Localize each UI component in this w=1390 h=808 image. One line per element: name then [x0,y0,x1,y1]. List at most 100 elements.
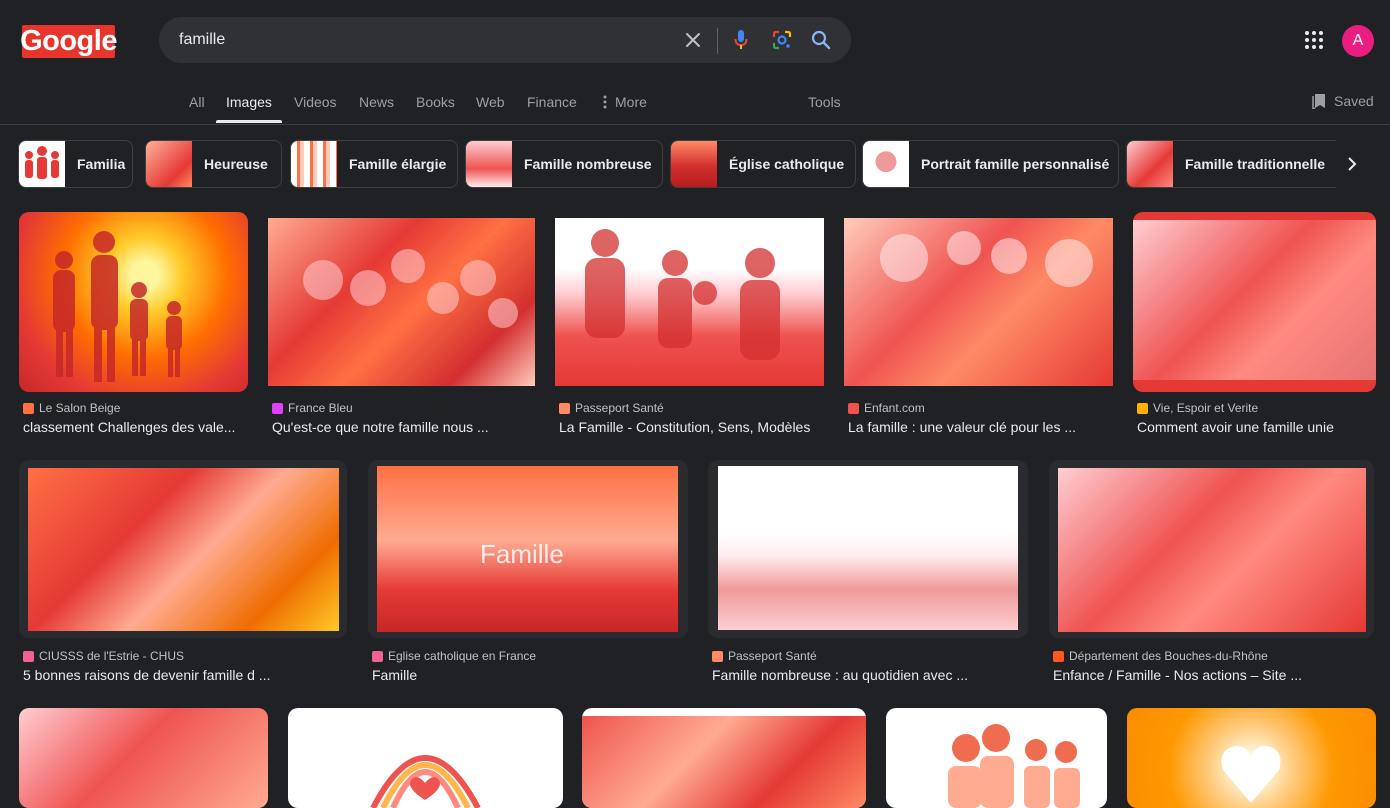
voice-search-icon[interactable] [729,28,753,52]
result-image[interactable] [268,218,535,386]
avatar[interactable]: A [1342,25,1374,57]
chip-eglise-catholique[interactable]: Église catholique [670,140,856,188]
search-input[interactable] [179,27,659,53]
chip-familia[interactable]: Familia [18,140,133,188]
header: Google A [0,0,1390,80]
favicon [848,402,859,414]
image-result[interactable]: CIUSSS de l'Estrie - CHUS 5 bonnes raiso… [19,460,349,690]
image-overlay-text: Famille [480,539,564,569]
image-result[interactable]: Département des Bouches-du-Rhône Enfance… [1049,460,1376,690]
tools-button[interactable]: Tools [808,94,841,110]
chip-label: Famille nombreuse [524,156,652,172]
image-result[interactable] [582,708,866,808]
result-image[interactable] [288,708,563,808]
clear-icon[interactable] [681,28,705,52]
result-image[interactable] [886,708,1107,808]
chip-label: Familia [77,156,126,172]
result-title[interactable]: classement Challenges des vale... [23,419,251,435]
favicon [272,402,283,414]
chip-heureuse[interactable]: Heureuse [145,140,282,188]
result-image[interactable] [555,218,824,386]
result-title[interactable]: La famille : une valeur clé pour les ... [848,419,1118,435]
image-result[interactable]: Famille Eglise catholique en France Fami… [368,460,690,690]
search-tabs: All Images Videos News Books Web Finance… [0,80,1390,125]
tab-more[interactable]: More [603,94,647,110]
favicon [23,402,34,414]
favicon [372,650,383,662]
image-result[interactable] [288,708,563,808]
search-divider [717,28,718,54]
result-title[interactable]: Enfance / Famille - Nos actions – Site .… [1053,667,1373,683]
tab-videos[interactable]: Videos [294,94,337,110]
result-source[interactable]: Le Salon Beige [23,401,120,415]
favicon [1137,402,1148,414]
image-result[interactable] [886,708,1107,808]
chip-label: Portrait famille personnalisé [921,156,1110,172]
apps-grid-icon[interactable] [1303,29,1325,51]
image-result[interactable]: Enfant.com La famille : une valeur clé p… [844,212,1119,442]
result-source[interactable]: Passeport Santé [712,649,817,663]
favicon [559,402,570,414]
result-source[interactable]: Enfant.com [848,401,925,415]
tab-finance[interactable]: Finance [527,94,577,110]
result-source[interactable]: Département des Bouches-du-Rhône [1053,649,1268,663]
result-source[interactable]: France Bleu [272,401,353,415]
result-title[interactable]: 5 bonnes raisons de devenir famille d ..… [23,667,348,683]
result-image[interactable] [1127,708,1376,808]
tab-books[interactable]: Books [416,94,455,110]
search-box [159,17,851,63]
image-result[interactable]: Le Salon Beige classement Challenges des… [19,212,254,442]
result-title[interactable]: Famille nombreuse : au quotidien avec ..… [712,667,1030,683]
tab-images[interactable]: Images [226,94,272,110]
result-source[interactable]: Eglise catholique en France [372,649,536,663]
result-title[interactable]: Famille [372,667,690,683]
image-result[interactable]: France Bleu Qu'est-ce que notre famille … [268,212,538,442]
chip-thumbnail [466,141,512,187]
result-image[interactable]: Famille [368,460,688,638]
image-result[interactable]: Passeport Santé Famille nombreuse : au q… [708,460,1030,690]
result-image[interactable] [19,460,347,638]
chip-thumbnail [671,141,717,187]
chips-next-arrow-icon[interactable] [1338,152,1366,176]
image-result[interactable]: Vie, Espoir et Verite Comment avoir une … [1133,212,1378,442]
google-logo[interactable]: Google [20,25,117,58]
tab-news[interactable]: News [359,94,394,110]
chip-famille-nombreuse[interactable]: Famille nombreuse [465,140,663,188]
tab-all[interactable]: All [189,94,205,110]
favicon [23,650,34,662]
active-tab-indicator [216,120,282,123]
tab-more-label: More [615,94,647,110]
chip-portrait-famille[interactable]: Portrait famille personnalisé [862,140,1119,188]
result-image[interactable] [1133,212,1376,392]
result-image[interactable] [708,460,1028,638]
result-source[interactable]: Vie, Espoir et Verite [1137,401,1258,415]
result-source[interactable]: CIUSSS de l'Estrie - CHUS [23,649,184,663]
image-result[interactable] [1127,708,1376,808]
chip-label: Heureuse [204,156,268,172]
result-image[interactable] [844,218,1113,386]
chip-thumbnail [146,141,192,187]
chip-label: Famille élargie [349,156,447,172]
result-image[interactable] [19,708,268,808]
result-source[interactable]: Passeport Santé [559,401,664,415]
image-result[interactable]: Passeport Santé La Famille - Constitutio… [555,212,830,442]
chip-label: Église catholique [729,156,845,172]
chip-famille-elargie[interactable]: Famille élargie [290,140,458,188]
chip-thumbnail [19,141,65,187]
bookmarks-icon [1312,94,1325,109]
tab-web[interactable]: Web [476,94,505,110]
favicon [1053,650,1064,662]
chip-famille-traditionnelle[interactable]: Famille traditionnelle [1126,140,1336,188]
result-title[interactable]: Comment avoir une famille unie [1137,419,1377,435]
search-icon[interactable] [809,28,833,52]
result-image[interactable] [582,708,866,808]
result-title[interactable]: Qu'est-ce que notre famille nous ... [272,419,537,435]
lens-search-icon[interactable] [770,28,794,52]
image-result[interactable] [19,708,268,808]
result-image[interactable] [1049,460,1374,638]
result-title[interactable]: La Famille - Constitution, Sens, Modèles [559,419,829,435]
saved-button[interactable]: Saved [1312,93,1374,109]
chip-label: Famille traditionnelle [1185,156,1326,172]
result-image[interactable] [19,212,248,392]
more-vert-icon [603,95,607,109]
